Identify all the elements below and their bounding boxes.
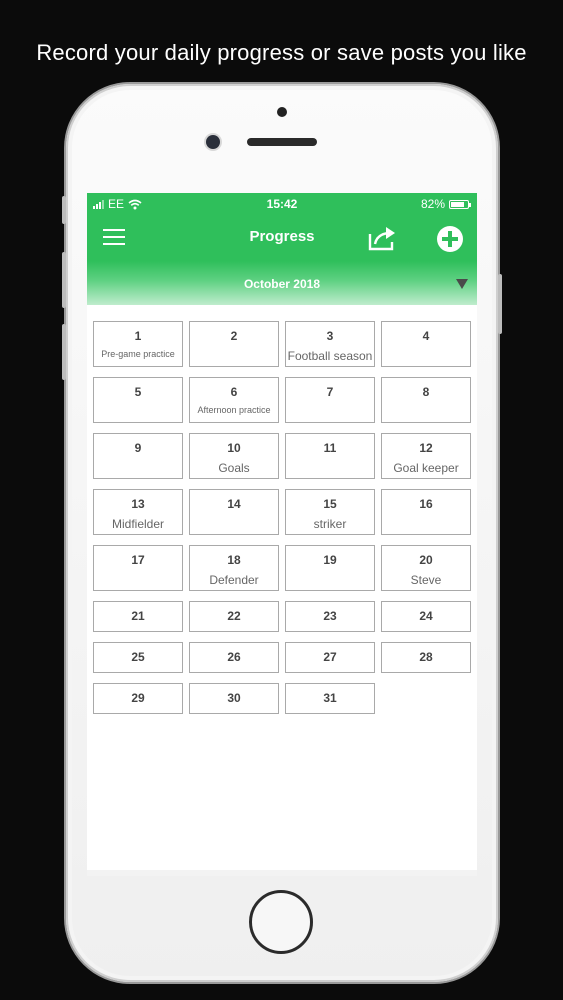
day-cell[interactable]: 1 Pre-game practice — [93, 321, 183, 367]
month-selector[interactable]: October 2018 — [87, 261, 477, 305]
volume-down-button — [62, 324, 66, 380]
day-cell[interactable]: 25 — [93, 642, 183, 673]
day-cell[interactable]: 26 — [189, 642, 279, 673]
day-number: 3 — [326, 329, 334, 343]
day-number: 24 — [419, 609, 433, 623]
day-cell[interactable]: 17 — [93, 545, 183, 591]
day-cell[interactable]: 28 — [381, 642, 471, 673]
day-cell[interactable]: 2 — [189, 321, 279, 367]
front-camera-icon — [206, 135, 220, 149]
day-number: 30 — [227, 691, 241, 705]
day-cell[interactable]: 4 — [381, 321, 471, 367]
day-number: 7 — [326, 385, 334, 399]
day-number: 15 — [323, 497, 337, 511]
day-cell[interactable]: 18 Defender — [189, 545, 279, 591]
day-cell[interactable]: 14 — [189, 489, 279, 535]
day-cell[interactable]: 15 striker — [285, 489, 375, 535]
day-number: 19 — [323, 553, 337, 567]
day-note: Goals — [218, 461, 250, 475]
day-number: 22 — [227, 609, 241, 623]
share-icon[interactable] — [367, 224, 399, 252]
day-number: 17 — [131, 553, 145, 567]
day-number: 18 — [227, 553, 241, 567]
day-number: 8 — [422, 385, 430, 399]
day-cell[interactable]: 31 — [285, 683, 375, 714]
day-number: 31 — [323, 691, 337, 705]
day-cell[interactable]: 6 Afternoon practice — [189, 377, 279, 423]
day-cell[interactable]: 21 — [93, 601, 183, 632]
phone-frame: EE 15:42 82% Progress October 2018 1 Pre… — [62, 84, 502, 982]
day-note: Afternoon practice — [197, 405, 271, 415]
status-bar: EE 15:42 82% — [87, 193, 477, 215]
volume-up-button — [62, 252, 66, 308]
day-cell[interactable]: 29 — [93, 683, 183, 714]
day-number: 13 — [131, 497, 145, 511]
day-number: 10 — [227, 441, 241, 455]
day-cell[interactable]: 16 — [381, 489, 471, 535]
day-number: 27 — [323, 650, 337, 664]
day-cell[interactable]: 11 — [285, 433, 375, 479]
day-note: Football season — [287, 349, 373, 363]
day-number: 28 — [419, 650, 433, 664]
day-cell[interactable]: 19 — [285, 545, 375, 591]
calendar-grid: 1 Pre-game practice 2 3 Football season 4 5 6 Af… — [93, 321, 471, 724]
day-cell[interactable]: 24 — [381, 601, 471, 632]
page-title: Progress — [249, 228, 315, 245]
day-number: 26 — [227, 650, 241, 664]
day-number: 25 — [131, 650, 145, 664]
home-button[interactable] — [249, 890, 313, 954]
day-note: Goal keeper — [393, 461, 459, 475]
day-number: 4 — [422, 329, 430, 343]
day-cell[interactable]: 23 — [285, 601, 375, 632]
day-cell[interactable]: 20 Steve — [381, 545, 471, 591]
day-cell[interactable]: 27 — [285, 642, 375, 673]
day-number: 9 — [134, 441, 142, 455]
day-cell[interactable]: 5 — [93, 377, 183, 423]
day-note: striker — [313, 517, 347, 531]
battery-percent: 82% — [420, 197, 445, 211]
day-number: 20 — [419, 553, 433, 567]
status-right: 82% — [420, 197, 471, 211]
day-note: Steve — [410, 573, 442, 587]
day-number: 6 — [230, 385, 238, 399]
day-cell[interactable]: 7 — [285, 377, 375, 423]
day-number: 16 — [419, 497, 433, 511]
day-cell[interactable]: 8 — [381, 377, 471, 423]
proximity-sensor — [277, 107, 287, 117]
day-note: Midfielder — [111, 517, 165, 531]
day-cell[interactable]: 10 Goals — [189, 433, 279, 479]
day-number: 12 — [419, 441, 433, 455]
day-cell[interactable]: 9 — [93, 433, 183, 479]
earpiece-speaker — [247, 138, 317, 146]
day-number: 14 — [227, 497, 241, 511]
day-note: Defender — [209, 573, 259, 587]
caret-down-icon[interactable] — [456, 279, 468, 289]
day-cell[interactable]: 13 Midfielder — [93, 489, 183, 535]
day-number: 23 — [323, 609, 337, 623]
day-note: Pre-game practice — [101, 349, 175, 359]
month-label: October 2018 — [243, 277, 321, 291]
day-cell[interactable]: 30 — [189, 683, 279, 714]
day-number: 29 — [131, 691, 145, 705]
day-number: 11 — [323, 441, 337, 455]
app-screen: EE 15:42 82% Progress October 2018 1 Pre… — [87, 193, 477, 876]
status-time: 15:42 — [266, 197, 298, 211]
day-cell[interactable]: 22 — [189, 601, 279, 632]
nav-bar: Progress — [87, 215, 477, 261]
day-number: 2 — [230, 329, 238, 343]
promo-caption: Record your daily progress or save posts… — [36, 40, 527, 65]
battery-icon — [449, 199, 471, 209]
day-number: 5 — [134, 385, 142, 399]
day-number: 1 — [134, 329, 142, 343]
day-cell[interactable]: 12 Goal keeper — [381, 433, 471, 479]
plus-circle-icon[interactable] — [437, 226, 463, 252]
day-cell[interactable]: 3 Football season — [285, 321, 375, 367]
power-button — [498, 274, 502, 334]
day-number: 21 — [131, 609, 145, 623]
mute-switch — [62, 196, 66, 224]
screen-bottom — [87, 870, 477, 876]
